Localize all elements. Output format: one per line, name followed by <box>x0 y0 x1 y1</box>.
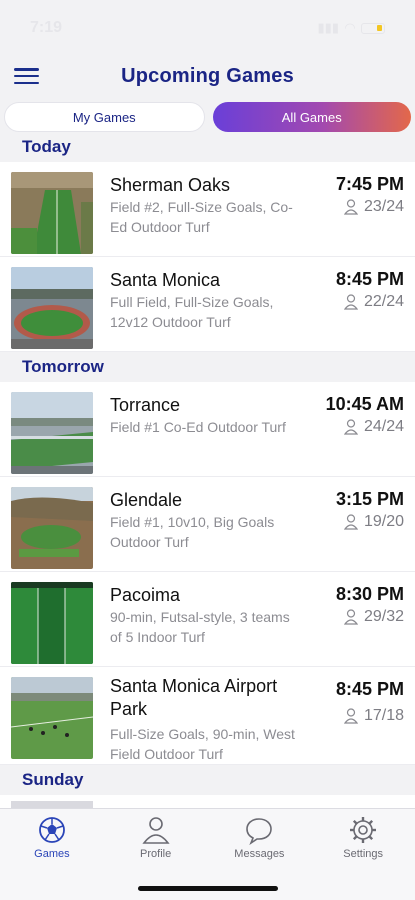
status-icons: ▮▮▮ ◠ <box>318 20 385 36</box>
player-count: 17/18 <box>343 707 404 725</box>
player-count-value: 19/20 <box>363 513 404 530</box>
game-row-sherman-oaks[interactable]: Sherman Oaks Field #2, Full-Size Goals, … <box>0 162 415 257</box>
tab-my-games[interactable]: My Games <box>4 102 205 132</box>
game-description: Full-Size Goals, 90-min, West Field Outd… <box>110 726 295 762</box>
field-photo <box>11 172 93 254</box>
games-filter: My Games All Games <box>4 102 411 132</box>
game-location: Pacoima <box>110 585 181 605</box>
player-count-value: 24/24 <box>363 418 404 435</box>
game-description: Field #1, 10v10, Big Goals Outdoor Turf <box>110 514 275 550</box>
game-row-peek[interactable] <box>0 795 415 809</box>
tab-label: Messages <box>234 848 285 860</box>
game-time: 10:45 AM <box>325 394 404 414</box>
person-icon <box>343 294 358 310</box>
game-time: 8:45 PM <box>335 269 404 289</box>
battery-icon <box>361 22 385 34</box>
person-icon <box>343 419 358 435</box>
chat-bubble-icon <box>244 815 274 845</box>
gear-icon <box>348 815 378 845</box>
person-icon <box>343 609 358 625</box>
person-icon <box>343 708 358 724</box>
tab-bar: Games Profile Messages Settings <box>0 808 415 900</box>
signal-icon: ▮▮▮ <box>317 20 339 35</box>
player-count-value: 17/18 <box>363 707 404 724</box>
wifi-icon: ◠ <box>345 20 355 35</box>
menu-icon[interactable] <box>14 68 39 84</box>
field-photo <box>11 267 93 349</box>
game-row-santa-monica-airport-park[interactable]: Santa Monica Airport Park Full-Size Goal… <box>0 667 415 765</box>
section-tomorrow: Tomorrow <box>0 352 415 382</box>
game-description: Field #1 Co-Ed Outdoor Turf <box>110 419 286 435</box>
player-count: 22/24 <box>343 293 404 311</box>
section-today: Today <box>0 132 415 162</box>
page-title: Upcoming Games <box>121 64 294 87</box>
person-icon <box>343 514 358 530</box>
game-time: 8:30 PM <box>335 584 404 604</box>
soccer-ball-icon <box>37 815 67 845</box>
player-count-value: 22/24 <box>363 293 404 310</box>
game-location: Santa Monica Airport Park <box>110 676 278 719</box>
game-description: Field #2, Full-Size Goals, Co-Ed Outdoor… <box>110 199 293 235</box>
person-icon <box>343 199 358 215</box>
game-row-torrance[interactable]: Torrance Field #1 Co-Ed Outdoor Turf 10:… <box>0 382 415 477</box>
tab-all-games[interactable]: All Games <box>212 102 411 132</box>
game-row-glendale[interactable]: Glendale Field #1, 10v10, Big Goals Outd… <box>0 477 415 572</box>
player-count-value: 29/32 <box>363 608 404 625</box>
game-row-santa-monica[interactable]: Santa Monica Full Field, Full-Size Goals… <box>0 257 415 352</box>
section-sunday: Sunday <box>0 765 415 795</box>
player-count: 19/20 <box>343 513 404 531</box>
game-time: 3:15 PM <box>335 489 404 509</box>
tab-games[interactable]: Games <box>7 815 97 900</box>
game-row-pacoima[interactable]: Pacoima 90-min, Futsal-style, 3 teams of… <box>0 572 415 667</box>
tab-settings[interactable]: Settings <box>318 815 408 900</box>
field-photo <box>11 677 93 759</box>
status-time: 7:19 <box>30 19 63 36</box>
game-time: 7:45 PM <box>335 174 404 194</box>
player-count: 29/32 <box>343 608 404 626</box>
game-location: Glendale <box>110 490 183 510</box>
field-photo <box>11 487 93 569</box>
player-count-value: 23/24 <box>363 198 404 215</box>
game-description: 90-min, Futsal-style, 3 teams of 5 Indoo… <box>110 609 290 645</box>
game-location: Santa Monica <box>110 270 221 290</box>
tab-label: Profile <box>140 848 172 860</box>
person-icon <box>141 815 171 845</box>
tab-label: Games <box>34 848 70 860</box>
status-bar: 7:19 ▮▮▮ ◠ <box>0 0 415 56</box>
game-location: Sherman Oaks <box>110 175 231 195</box>
header: Upcoming Games <box>0 56 415 96</box>
home-indicator <box>137 886 278 891</box>
game-description: Full Field, Full-Size Goals, 12v12 Outdo… <box>110 294 274 330</box>
player-count: 24/24 <box>343 418 404 436</box>
game-time: 8:45 PM <box>335 679 404 699</box>
player-count: 23/24 <box>343 198 404 216</box>
game-location: Torrance <box>110 395 181 415</box>
field-photo <box>11 392 93 474</box>
tab-label: Settings <box>343 848 383 860</box>
field-photo <box>11 582 93 664</box>
